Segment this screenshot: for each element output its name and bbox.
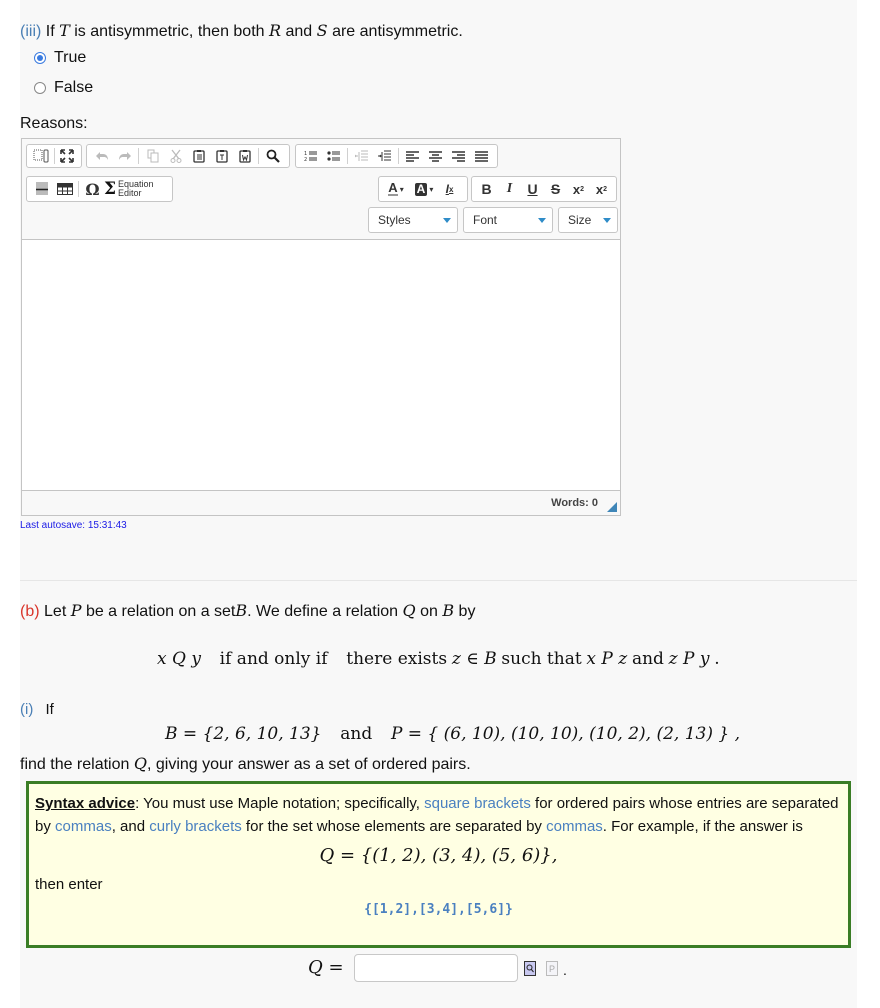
- align-left-icon[interactable]: [401, 146, 424, 166]
- increase-indent-icon[interactable]: [373, 146, 396, 166]
- toolbar-separator: [398, 148, 399, 164]
- decrease-indent-icon[interactable]: [350, 146, 373, 166]
- align-center-icon[interactable]: [424, 146, 447, 166]
- superscript-icon[interactable]: x2: [590, 179, 613, 199]
- chevron-down-icon: [603, 218, 611, 223]
- redo-icon[interactable]: [113, 146, 136, 166]
- toolbar-separator: [347, 148, 348, 164]
- cut-icon[interactable]: [164, 146, 187, 166]
- justify-icon[interactable]: [470, 146, 493, 166]
- answer-label: Q =: [308, 957, 344, 978]
- option-true[interactable]: True: [34, 49, 86, 67]
- numbered-list-icon[interactable]: 12: [299, 146, 322, 166]
- part-iii-label: (iii): [20, 23, 42, 40]
- copy-icon[interactable]: [141, 146, 164, 166]
- commas-link[interactable]: commas: [55, 818, 112, 835]
- paste-word-icon[interactable]: [233, 146, 256, 166]
- toolbar-separator: [78, 181, 79, 197]
- styles-dropdown[interactable]: Styles: [368, 207, 458, 233]
- size-dropdown[interactable]: Size: [558, 207, 618, 233]
- syntax-advice-box: Syntax advice: You must use Maple notati…: [26, 781, 851, 948]
- example-answer-code: {[1,2],[3,4],[5,6]}: [364, 902, 513, 917]
- toolbar-separator: [258, 148, 259, 164]
- svg-text:2: 2: [304, 157, 307, 162]
- special-character-icon[interactable]: Ω: [81, 179, 104, 199]
- chevron-down-icon: [443, 218, 451, 223]
- toolbar-separator: [53, 148, 55, 164]
- subscript-icon[interactable]: x2: [567, 179, 590, 199]
- syntax-advice-title: Syntax advice: [35, 795, 136, 812]
- paste-icon[interactable]: [187, 146, 210, 166]
- undo-icon[interactable]: [90, 146, 113, 166]
- part-i-label: (i): [20, 701, 34, 718]
- underline-button[interactable]: U: [521, 179, 544, 199]
- part-i-intro: (i) If: [20, 701, 54, 718]
- autosave-status: Last autosave: 15:31:43: [20, 520, 127, 531]
- part-b-intro: (b) Let P be a relation on a setB. We de…: [20, 601, 476, 620]
- toolbar-group-clipboard: [86, 144, 290, 168]
- given-sets: B = {2, 6, 10, 13} and P = { (6, 10), (1…: [165, 724, 740, 744]
- set-B: B = {2, 6, 10, 13}: [165, 724, 322, 744]
- word-count: Words: 0: [551, 497, 598, 509]
- toolbar-group-colors: A ▾ A ▾ Ix: [378, 176, 468, 202]
- table-icon[interactable]: [53, 179, 76, 199]
- bold-button[interactable]: B: [475, 179, 498, 199]
- toolbar-group-view: [26, 144, 82, 168]
- preview-icon[interactable]: [524, 961, 536, 976]
- radio-false[interactable]: [34, 82, 46, 94]
- section-divider: [20, 580, 857, 581]
- show-blocks-icon[interactable]: [30, 146, 52, 166]
- then-enter-label: then enter: [35, 876, 103, 893]
- sigma-icon: Σ: [104, 179, 117, 199]
- syntax-help-icon[interactable]: P: [546, 961, 558, 976]
- bulleted-list-icon[interactable]: [322, 146, 345, 166]
- example-answer-math: Q = {(1, 2), (3, 4), (5, 6)},: [319, 845, 558, 866]
- part-iii-statement: (iii) If T is antisymmetric, then both R…: [20, 21, 463, 40]
- reasons-label: Reasons:: [20, 115, 88, 132]
- remove-format-icon[interactable]: Ix: [438, 179, 461, 199]
- align-right-icon[interactable]: [447, 146, 470, 166]
- horizontal-rule-icon[interactable]: [30, 179, 53, 199]
- square-brackets-link[interactable]: square brackets: [424, 795, 531, 812]
- resize-handle[interactable]: [607, 502, 617, 512]
- commas-link[interactable]: commas: [546, 818, 603, 835]
- maximize-icon[interactable]: [56, 146, 78, 166]
- answer-input[interactable]: [354, 954, 518, 982]
- font-dropdown[interactable]: Font: [463, 207, 553, 233]
- syntax-advice-text: Syntax advice: You must use Maple notati…: [35, 795, 839, 835]
- italic-button[interactable]: I: [498, 179, 521, 199]
- curly-brackets-link[interactable]: curly brackets: [149, 818, 242, 835]
- toolbar-group-insert: Ω Σ Equation Editor: [26, 176, 173, 202]
- part-i-task: find the relation Q, giving your answer …: [20, 754, 471, 773]
- toolbar-group-basic-styles: B I U S x2 x2: [471, 176, 617, 202]
- chevron-down-icon: [538, 218, 546, 223]
- equation-editor-button[interactable]: Σ Equation Editor: [104, 179, 154, 199]
- radio-true[interactable]: [34, 52, 46, 64]
- relation-definition: x Q y if and only if there exists z ∈ B …: [157, 649, 720, 669]
- toolbar-group-paragraph: 12: [295, 144, 498, 168]
- text-color-icon[interactable]: A ▾: [382, 179, 410, 199]
- editor-content-area[interactable]: [22, 239, 620, 491]
- part-b-label: (b): [20, 603, 40, 620]
- paste-text-icon[interactable]: [210, 146, 233, 166]
- background-color-icon[interactable]: A ▾: [410, 179, 438, 199]
- answer-trailing-period: .: [563, 962, 567, 978]
- toolbar-separator: [138, 148, 139, 164]
- strikethrough-button[interactable]: S: [544, 179, 567, 199]
- find-icon[interactable]: [261, 146, 284, 166]
- set-P: P = { (6, 10), (10, 10), (10, 2), (2, 13…: [390, 724, 740, 744]
- option-false[interactable]: False: [34, 79, 93, 97]
